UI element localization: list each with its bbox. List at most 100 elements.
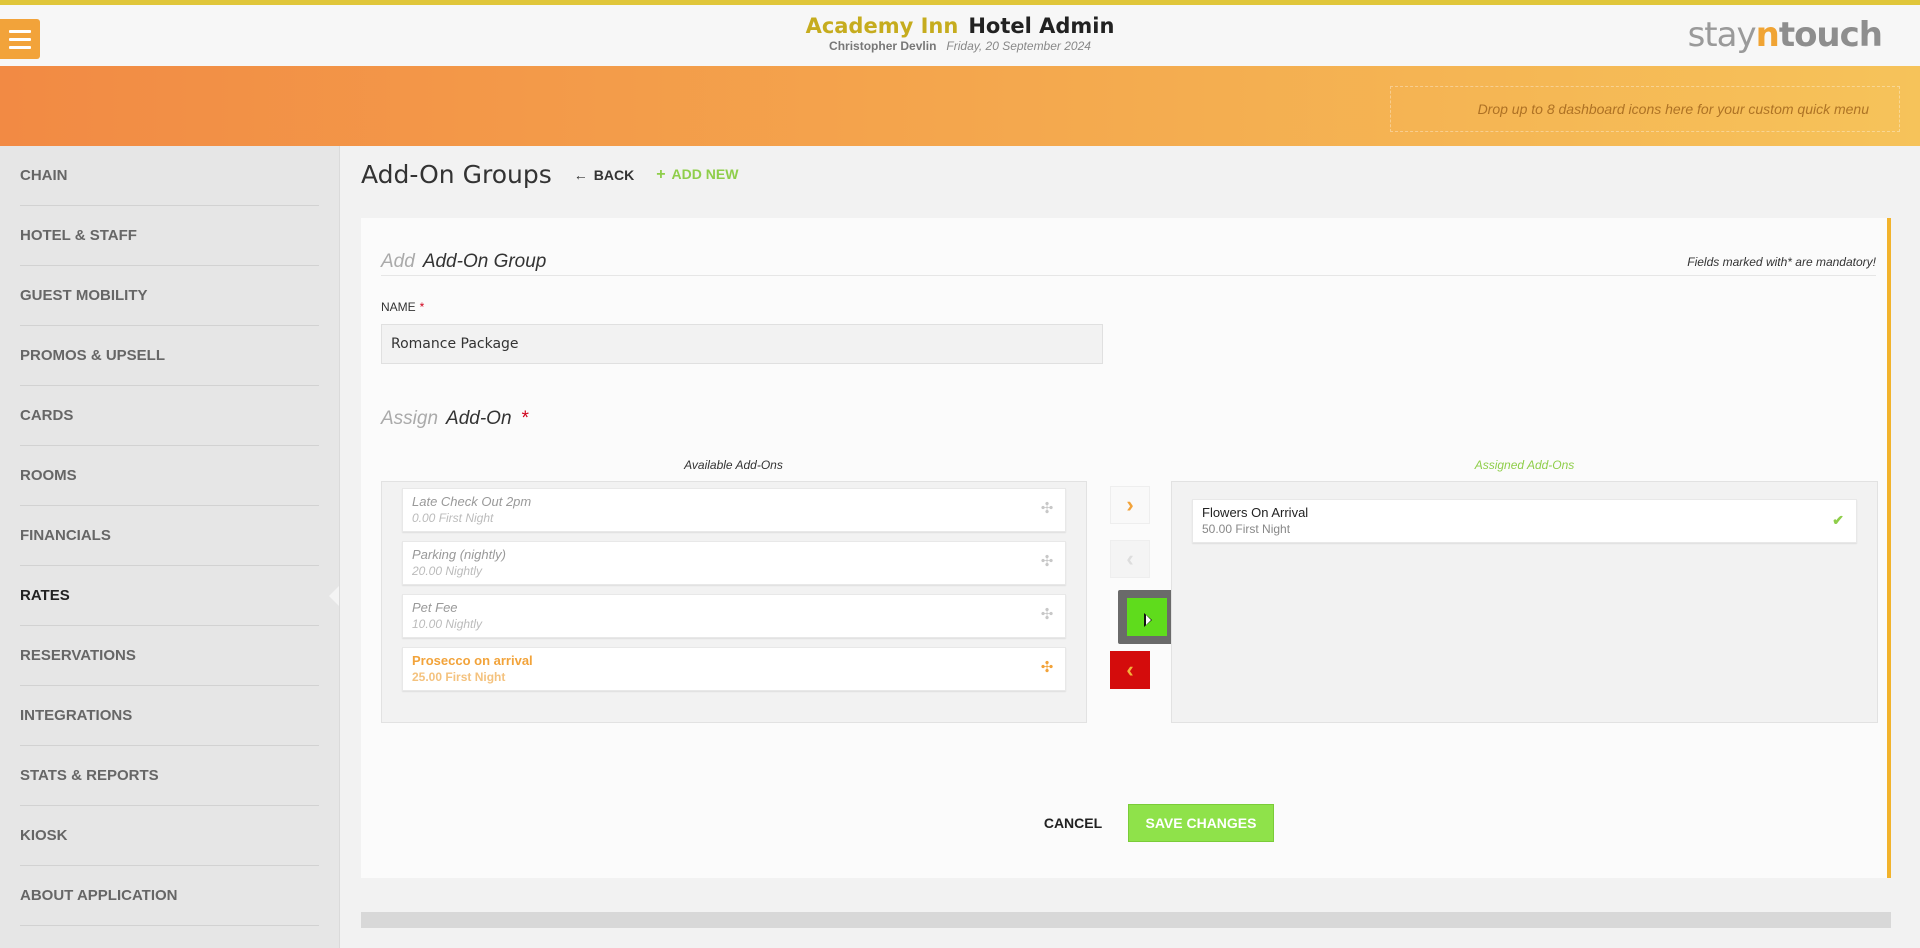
sidebar-item-promos-upsell[interactable]: PROMOS & UPSELL xyxy=(20,326,319,386)
sidebar-item-label: FINANCIALS xyxy=(20,527,111,544)
addon-price: 10.00 Nightly xyxy=(412,617,483,631)
page-title: Add-On Groups xyxy=(361,160,552,189)
name-input[interactable] xyxy=(381,324,1103,364)
sidebar-item-label: STATS & REPORTS xyxy=(20,767,159,784)
drag-handle-icon[interactable]: ✣ xyxy=(1039,660,1055,676)
assigned-addon-item[interactable]: Flowers On Arrival 50.00 First Night ✔ xyxy=(1192,499,1857,543)
sidebar-item-hotel-staff[interactable]: HOTEL & STAFF xyxy=(20,206,319,266)
sidebar-item-label: RATES xyxy=(20,587,70,604)
sidebar-item-label: ROOMS xyxy=(20,467,77,484)
form-title-main: Add-On Group xyxy=(422,251,547,272)
name-label: NAME * xyxy=(381,300,424,314)
sidebar-item-about-application[interactable]: ABOUT APPLICATION xyxy=(20,866,319,926)
sidebar-item-reservations[interactable]: RESERVATIONS xyxy=(20,626,319,686)
available-addon-item[interactable]: Prosecco on arrival 25.00 First Night ✣ xyxy=(402,647,1066,691)
drag-handle-icon[interactable]: ✣ xyxy=(1039,501,1055,517)
move-right-button[interactable]: › xyxy=(1110,486,1150,524)
available-addons-title: Available Add-Ons xyxy=(684,458,783,472)
sidebar-item-label: ABOUT APPLICATION xyxy=(20,887,178,904)
required-mark: * xyxy=(520,408,529,429)
add-on-group-form: Add Add-On Group Fields marked with* are … xyxy=(361,218,1891,878)
logo-text-stay: stay xyxy=(1687,15,1757,55)
dashboard-banner: Drop up to 8 dashboard icons here for yo… xyxy=(0,66,1920,146)
header-title: Academy Inn Hotel Admin xyxy=(0,14,1920,38)
hotel-name[interactable]: Academy Inn xyxy=(806,14,959,38)
logo-text-touch: touch xyxy=(1778,15,1883,55)
addon-name: Pet Fee xyxy=(412,600,458,615)
stayntouch-logo: stayntouch xyxy=(1687,15,1883,55)
sidebar-item-integrations[interactable]: INTEGRATIONS xyxy=(20,686,319,746)
form-title-prefix: Add xyxy=(381,251,415,272)
chevron-left-icon: ‹ xyxy=(1126,546,1134,571)
available-addon-item[interactable]: Parking (nightly) 20.00 Nightly ✣ xyxy=(402,541,1066,585)
name-label-text: NAME xyxy=(381,300,416,314)
business-date: Friday, 20 September 2024 xyxy=(946,39,1091,53)
quick-menu-hint: Drop up to 8 dashboard icons here for yo… xyxy=(1477,101,1869,117)
sidebar-item-label: RESERVATIONS xyxy=(20,647,136,664)
move-all-right-focus xyxy=(1118,590,1176,644)
sidebar-item-kiosk[interactable]: KIOSK xyxy=(20,806,319,866)
quick-menu-dropzone[interactable]: Drop up to 8 dashboard icons here for yo… xyxy=(1390,86,1900,132)
user-name[interactable]: Christopher Devlin xyxy=(829,39,936,53)
sidebar-item-label: INTEGRATIONS xyxy=(20,707,133,724)
add-new-label: ADD NEW xyxy=(671,165,739,182)
chevron-left-icon: ‹ xyxy=(1126,657,1134,682)
sidebar-item-label: HOTEL & STAFF xyxy=(20,227,137,244)
assign-title-main: Add-On xyxy=(446,408,512,429)
sidebar-item-rates[interactable]: RATES xyxy=(20,566,339,626)
drag-handle-icon[interactable]: ✣ xyxy=(1039,554,1055,570)
available-addons-list: Late Check Out 2pm 0.00 First Night ✣ Pa… xyxy=(381,481,1087,723)
cancel-button[interactable]: CANCEL xyxy=(1027,804,1119,842)
add-new-button[interactable]: + ADD NEW xyxy=(656,166,738,184)
sidebar-item-label: CHAIN xyxy=(20,167,68,184)
sidebar-item-label: GUEST MOBILITY xyxy=(20,287,148,304)
move-all-right-button[interactable] xyxy=(1127,598,1167,636)
sidebar-item-guest-mobility[interactable]: GUEST MOBILITY xyxy=(20,266,319,326)
addon-price: 20.00 Nightly xyxy=(412,564,483,578)
sidebar-item-label: PROMOS & UPSELL xyxy=(20,347,166,364)
move-left-button[interactable]: ‹ xyxy=(1110,540,1150,578)
assign-title-prefix: Assign xyxy=(381,408,439,429)
checkmark-icon: ✔ xyxy=(1832,512,1844,528)
back-arrow-icon: ← xyxy=(573,166,588,183)
drag-handle-icon[interactable]: ✣ xyxy=(1039,607,1055,623)
sidebar-item-financials[interactable]: FINANCIALS xyxy=(20,506,319,566)
required-mark: * xyxy=(419,300,425,314)
mandatory-note: Fields marked with* are mandatory! xyxy=(1687,255,1876,269)
sidebar-item-chain[interactable]: CHAIN xyxy=(20,146,319,206)
mouse-cursor-icon xyxy=(1144,613,1152,627)
logo-text-n: n xyxy=(1755,15,1780,55)
form-title: Add Add-On Group xyxy=(381,251,1876,273)
sidebar-item-cards[interactable]: CARDS xyxy=(20,386,319,446)
addon-price: 0.00 First Night xyxy=(412,511,494,525)
addon-name: Parking (nightly) xyxy=(412,547,506,562)
addon-price: 50.00 First Night xyxy=(1202,522,1291,536)
addon-price: 25.00 First Night xyxy=(412,670,506,684)
sidebar-item-stats-reports[interactable]: STATS & REPORTS xyxy=(20,746,319,806)
sidebar-item-rooms[interactable]: ROOMS xyxy=(20,446,319,506)
header-title-block: Academy Inn Hotel Admin Christopher Devli… xyxy=(0,14,1920,53)
plus-icon: + xyxy=(656,165,666,183)
back-button[interactable]: ← BACK xyxy=(574,167,634,183)
back-label: BACK xyxy=(593,166,635,183)
sidebar-item-label: KIOSK xyxy=(20,827,68,844)
sidebar-item-label: CARDS xyxy=(20,407,74,424)
header-subline: Christopher Devlin Friday, 20 September 2… xyxy=(0,39,1920,53)
addon-name: Flowers On Arrival xyxy=(1202,505,1309,520)
addon-name: Late Check Out 2pm xyxy=(412,494,532,509)
move-all-left-button[interactable]: ‹ xyxy=(1110,651,1150,689)
page-header: Add-On Groups ← BACK + ADD NEW xyxy=(361,160,738,189)
available-addon-item[interactable]: Late Check Out 2pm 0.00 First Night ✣ xyxy=(402,488,1066,532)
assign-addon-title: Assign Add-On * xyxy=(381,408,528,430)
main-content: Add-On Groups ← BACK + ADD NEW Add Add-On G… xyxy=(341,146,1920,948)
available-addon-item[interactable]: Pet Fee 10.00 Nightly ✣ xyxy=(402,594,1066,638)
save-changes-button[interactable]: SAVE CHANGES xyxy=(1128,804,1274,842)
assigned-addons-title: Assigned Add-Ons xyxy=(1474,458,1575,472)
sidebar: CHAIN HOTEL & STAFF GUEST MOBILITY PROMO… xyxy=(0,146,340,948)
app-title: Hotel Admin xyxy=(968,14,1115,38)
assigned-addons-list: Flowers On Arrival 50.00 First Night ✔ xyxy=(1171,481,1878,723)
form-header: Add Add-On Group Fields marked with* are … xyxy=(381,251,1876,276)
horizontal-scrollbar[interactable] xyxy=(361,912,1891,928)
chevron-right-icon: › xyxy=(1126,492,1134,517)
top-bar: Academy Inn Hotel Admin Christopher Devli… xyxy=(0,0,1920,66)
